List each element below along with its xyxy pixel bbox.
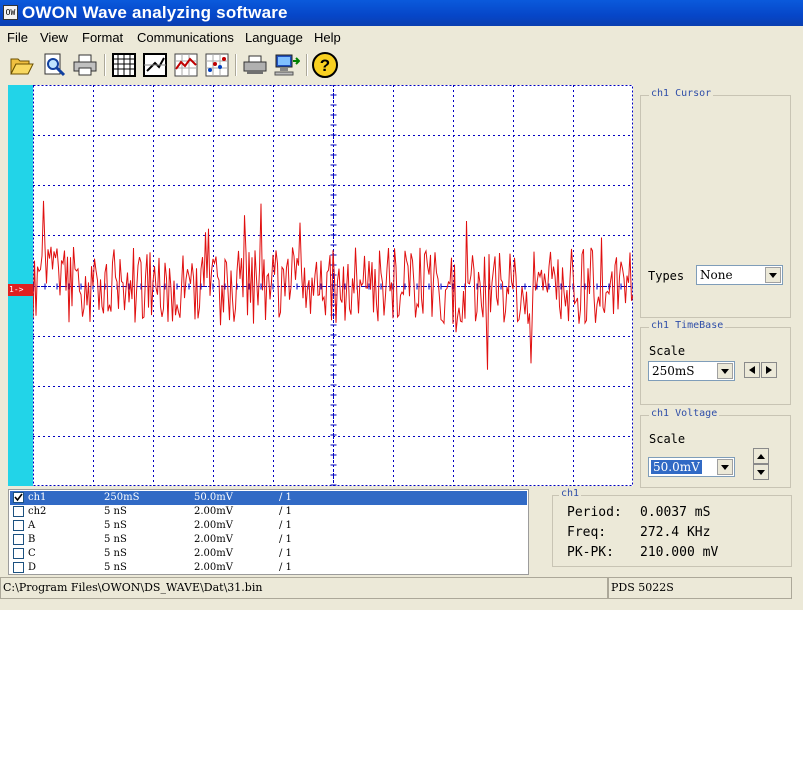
table-icon[interactable] bbox=[111, 52, 137, 78]
channel-probe: / 1 bbox=[279, 534, 292, 545]
voltage-scale-select[interactable]: 50.0mV bbox=[648, 457, 735, 477]
chevron-down-icon[interactable] bbox=[717, 459, 733, 475]
channel-volt: 2.00mV bbox=[194, 506, 233, 517]
voltage-scale-value: 50.0mV bbox=[651, 460, 702, 474]
menu-communications[interactable]: Communications bbox=[137, 30, 234, 45]
device-model: PDS 5022S bbox=[611, 581, 674, 594]
channel-name: A bbox=[28, 520, 36, 531]
print-icon[interactable] bbox=[72, 52, 98, 78]
printer-setup-icon[interactable] bbox=[242, 52, 268, 78]
channel-time: 5 nS bbox=[104, 562, 127, 573]
channel-checkbox[interactable] bbox=[13, 506, 24, 517]
file-path-pane: C:\Program Files\OWON\DS_WAVE\Dat\31.bin bbox=[0, 577, 608, 599]
menu-help[interactable]: Help bbox=[314, 30, 341, 45]
channel-checkbox[interactable] bbox=[13, 548, 24, 559]
menu-file[interactable]: File bbox=[7, 30, 28, 45]
menu-format[interactable]: Format bbox=[82, 30, 123, 45]
toolbar-separator bbox=[104, 54, 106, 76]
status-bar: C:\Program Files\OWON\DS_WAVE\Dat\31.bin… bbox=[0, 577, 803, 599]
help-icon[interactable]: ? bbox=[312, 52, 338, 78]
channel-name: ch1 bbox=[28, 492, 47, 503]
svg-text:?: ? bbox=[320, 56, 330, 75]
timebase-scale-select[interactable]: 250mS bbox=[648, 361, 735, 381]
channel-row[interactable]: D 5 nS 2.00mV / 1 bbox=[10, 561, 527, 575]
channel-probe: / 1 bbox=[279, 520, 292, 531]
measurement-title: ch1 bbox=[559, 488, 582, 499]
model-pane: PDS 5022S bbox=[608, 577, 792, 599]
menu-view[interactable]: View bbox=[40, 30, 68, 45]
channel-probe: / 1 bbox=[279, 506, 292, 517]
channel-name: ch2 bbox=[28, 506, 47, 517]
channel-probe: / 1 bbox=[279, 548, 292, 559]
channel-volt: 2.00mV bbox=[194, 534, 233, 545]
open-icon[interactable] bbox=[9, 52, 35, 78]
file-path: C:\Program Files\OWON\DS_WAVE\Dat\31.bin bbox=[3, 581, 263, 594]
channel-time: 5 nS bbox=[104, 534, 127, 545]
menu-language[interactable]: Language bbox=[245, 30, 303, 45]
dot-chart-icon[interactable] bbox=[204, 52, 230, 78]
channel-time: 5 nS bbox=[104, 520, 127, 531]
channel-list[interactable]: ch1 250mS 50.0mV / 1 ch2 5 nS 2.00mV / 1 A 5 nS 2.… bbox=[8, 489, 529, 575]
pkpk-label: PK-PK: bbox=[567, 545, 614, 560]
chart-icon[interactable] bbox=[173, 52, 199, 78]
cursor-group-title: ch1 Cursor bbox=[649, 88, 714, 99]
voltage-up-button[interactable] bbox=[753, 448, 769, 464]
channel-row[interactable]: ch1 250mS 50.0mV / 1 bbox=[10, 491, 527, 505]
channel-name: B bbox=[28, 534, 36, 545]
toolbar-separator bbox=[235, 54, 237, 76]
timebase-group-title: ch1 TimeBase bbox=[649, 320, 726, 331]
app-icon[interactable]: OW bbox=[3, 5, 18, 20]
channel-probe: / 1 bbox=[279, 492, 292, 503]
timebase-scale-label: Scale bbox=[649, 344, 686, 358]
timebase-right-button[interactable] bbox=[761, 362, 777, 378]
channel-checkbox[interactable] bbox=[13, 520, 24, 531]
cursor-types-value: None bbox=[700, 268, 733, 282]
app-window: OW OWON Wave analyzing software File Vie… bbox=[0, 0, 803, 610]
channel-name: D bbox=[28, 562, 37, 573]
channel-volt: 50.0mV bbox=[194, 492, 233, 503]
voltage-group-title: ch1 Voltage bbox=[649, 408, 720, 419]
period-label: Period: bbox=[567, 505, 622, 520]
voltage-down-button[interactable] bbox=[753, 464, 769, 480]
timebase-scale-value: 250mS bbox=[652, 364, 695, 378]
toolbar-separator bbox=[306, 54, 308, 76]
edit-icon[interactable] bbox=[142, 52, 168, 78]
channel-time: 5 nS bbox=[104, 506, 127, 517]
channel-row[interactable]: A 5 nS 2.00mV / 1 bbox=[10, 519, 527, 533]
communication-icon[interactable] bbox=[274, 52, 300, 78]
toolbar: ? bbox=[0, 48, 803, 82]
menu-bar: File View Format Communications Language… bbox=[0, 27, 803, 47]
voltage-scale-label: Scale bbox=[649, 432, 686, 446]
channel-position-marker[interactable]: 1-> bbox=[8, 284, 33, 296]
types-label: Types bbox=[648, 269, 685, 283]
period-value: 0.0037 mS bbox=[640, 505, 711, 520]
chevron-down-icon[interactable] bbox=[765, 267, 781, 283]
timebase-left-button[interactable] bbox=[744, 362, 760, 378]
channel-row[interactable]: ch2 5 nS 2.00mV / 1 bbox=[10, 505, 527, 519]
freq-value: 272.4 KHz bbox=[640, 525, 711, 540]
zoom-preview-icon[interactable] bbox=[41, 52, 67, 78]
pkpk-value: 210.000 mV bbox=[640, 545, 719, 560]
channel-volt: 2.00mV bbox=[194, 562, 233, 573]
channel-checkbox[interactable] bbox=[13, 534, 24, 545]
measurement-group: ch1 Period: 0.0037 mS Freq: 272.4 KHz PK… bbox=[552, 488, 792, 567]
channel-time: 250mS bbox=[104, 492, 140, 503]
channel-time: 5 nS bbox=[104, 548, 127, 559]
channel-row[interactable]: C 5 nS 2.00mV / 1 bbox=[10, 547, 527, 561]
cursor-types-select[interactable]: None bbox=[696, 265, 783, 285]
channel-volt: 2.00mV bbox=[194, 520, 233, 531]
window-title: OWON Wave analyzing software bbox=[22, 3, 288, 22]
channel-volt: 2.00mV bbox=[194, 548, 233, 559]
waveform-plot[interactable] bbox=[33, 85, 633, 486]
channel-name: C bbox=[28, 548, 36, 559]
channel-checkbox[interactable] bbox=[13, 562, 24, 573]
title-bar[interactable]: OW OWON Wave analyzing software bbox=[0, 0, 803, 26]
freq-label: Freq: bbox=[567, 525, 607, 540]
chevron-down-icon[interactable] bbox=[717, 363, 733, 379]
channel-row[interactable]: B 5 nS 2.00mV / 1 bbox=[10, 533, 527, 547]
channel-probe: / 1 bbox=[279, 562, 292, 573]
channel-checkbox[interactable] bbox=[13, 492, 24, 503]
